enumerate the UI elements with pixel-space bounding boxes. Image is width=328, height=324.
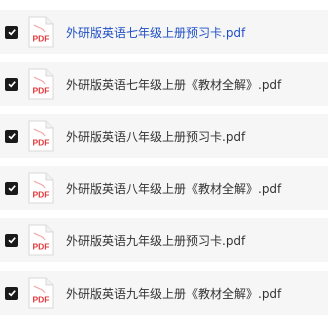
svg-text:PDF: PDF xyxy=(33,138,50,148)
checkbox-checked-icon[interactable] xyxy=(5,233,18,247)
pdf-file-icon: PDF xyxy=(28,224,54,256)
file-row[interactable]: PDF 外研版英语九年级上册《教材全解》.pdf xyxy=(0,271,328,315)
svg-text:PDF: PDF xyxy=(33,242,50,252)
pdf-file-icon: PDF xyxy=(28,68,54,100)
pdf-file-icon: PDF xyxy=(28,172,54,204)
svg-text:PDF: PDF xyxy=(33,34,50,44)
pdf-file-icon: PDF xyxy=(28,120,54,152)
file-row[interactable]: PDF 外研版英语七年级上册预习卡.pdf xyxy=(0,10,328,54)
file-row[interactable]: PDF 外研版英语八年级上册《教材全解》.pdf xyxy=(0,166,328,210)
file-name-link[interactable]: 外研版英语七年级上册预习卡.pdf xyxy=(66,24,245,41)
checkbox-checked-icon[interactable] xyxy=(5,286,18,300)
file-name-link[interactable]: 外研版英语九年级上册预习卡.pdf xyxy=(66,232,245,249)
file-row[interactable]: PDF 外研版英语九年级上册预习卡.pdf xyxy=(0,218,328,262)
checkbox-checked-icon[interactable] xyxy=(5,181,18,195)
file-name-link[interactable]: 外研版英语九年级上册《教材全解》.pdf xyxy=(66,285,281,302)
file-name-link[interactable]: 外研版英语八年级上册预习卡.pdf xyxy=(66,128,245,145)
svg-text:PDF: PDF xyxy=(33,86,50,96)
svg-text:PDF: PDF xyxy=(33,190,50,200)
checkbox-checked-icon[interactable] xyxy=(5,25,18,39)
file-name-link[interactable]: 外研版英语八年级上册《教材全解》.pdf xyxy=(66,180,281,197)
file-list: PDF 外研版英语七年级上册预习卡.pdf PDF 外研版英语七年级上册《教材全… xyxy=(0,0,328,324)
file-name-link[interactable]: 外研版英语七年级上册《教材全解》.pdf xyxy=(66,76,281,93)
checkbox-checked-icon[interactable] xyxy=(5,77,18,91)
svg-text:PDF: PDF xyxy=(33,295,50,305)
file-row[interactable]: PDF 外研版英语七年级上册《教材全解》.pdf xyxy=(0,62,328,106)
pdf-file-icon: PDF xyxy=(28,16,54,48)
checkbox-checked-icon[interactable] xyxy=(5,129,18,143)
file-row[interactable]: PDF 外研版英语八年级上册预习卡.pdf xyxy=(0,114,328,158)
pdf-file-icon: PDF xyxy=(28,277,54,309)
